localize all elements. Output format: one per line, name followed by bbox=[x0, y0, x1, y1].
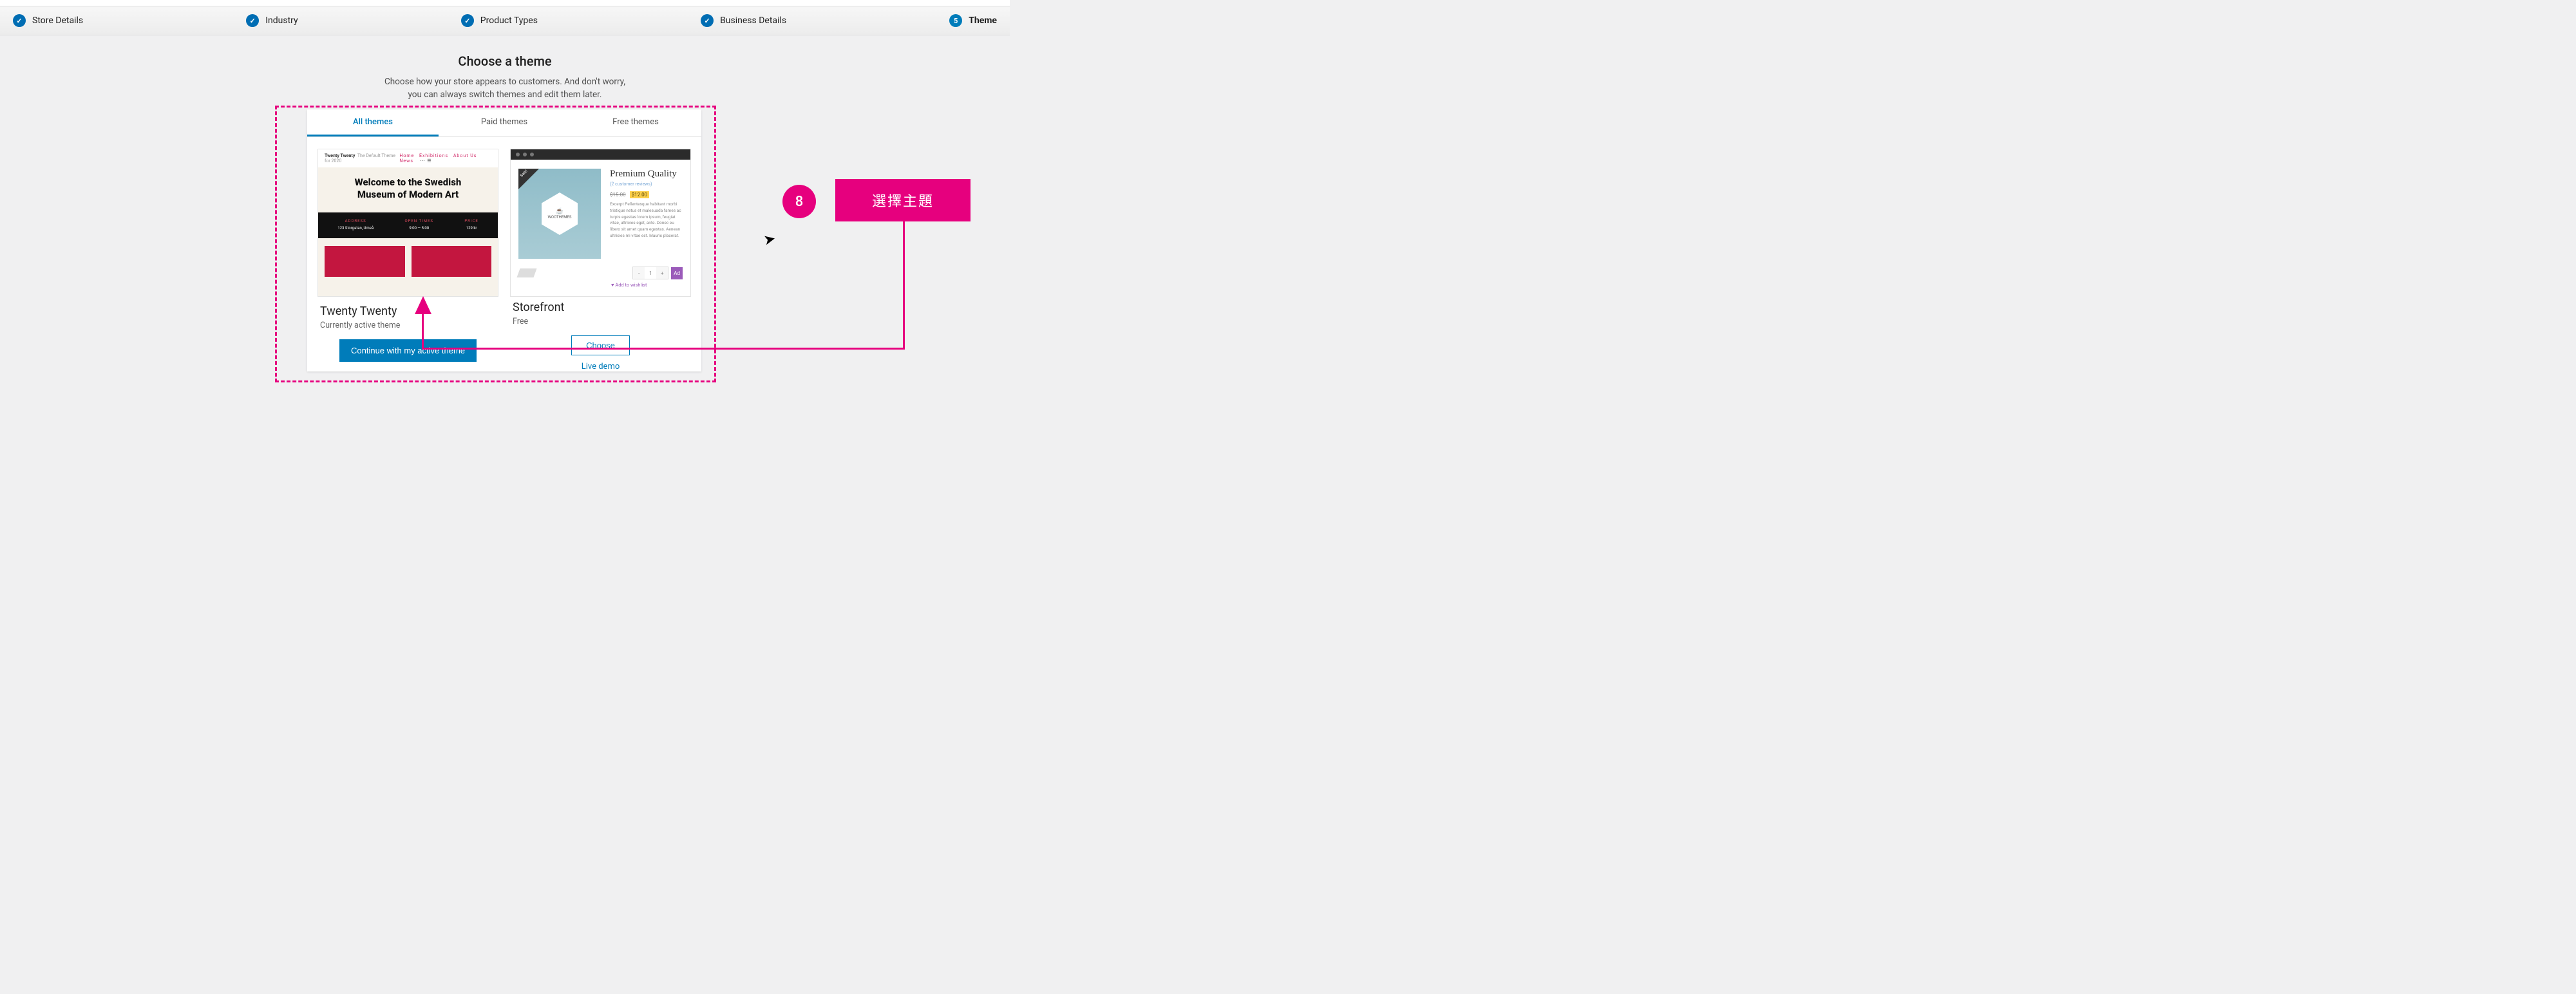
annotation-step-number: 8 bbox=[782, 185, 816, 218]
page-body: Choose a theme Choose how your store app… bbox=[0, 35, 1010, 102]
page-subtitle-2: you can always switch themes and edit th… bbox=[0, 88, 1010, 101]
theme-tabs: All themes Paid themes Free themes bbox=[307, 109, 701, 137]
page-subtitle-1: Choose how your store appears to custome… bbox=[0, 75, 1010, 88]
theme-thumbnail: Twenty Twenty The Default Theme for 2020… bbox=[317, 149, 498, 297]
tt-info-band: ADDRESS 123 Storgatan, Umeå OPEN TIMES 9… bbox=[318, 212, 498, 238]
sf-product-info: Premium Quality (2 customer reviews) $15… bbox=[610, 169, 683, 259]
step-product-types[interactable]: Product Types bbox=[461, 14, 538, 27]
tt-nav-item: News bbox=[399, 158, 413, 164]
step-business-details[interactable]: Business Details bbox=[701, 14, 786, 27]
browser-strip bbox=[0, 0, 1010, 6]
step-label: Business Details bbox=[720, 15, 786, 26]
check-icon bbox=[461, 14, 474, 27]
tt-col-label: PRICE bbox=[464, 219, 478, 223]
annotation-arrow-icon bbox=[415, 296, 431, 314]
sf-logo: ☕ WOOTHEMES bbox=[542, 192, 578, 235]
theme-price: Free bbox=[513, 317, 688, 326]
sf-thumb-icon bbox=[516, 268, 536, 277]
sf-price-old: $15.00 bbox=[610, 192, 626, 198]
tt-col-hours: OPEN TIMES 9:00 — 5:00 bbox=[405, 219, 433, 230]
qty-plus: + bbox=[656, 267, 668, 279]
sf-qty-stepper: - 1 + bbox=[632, 267, 668, 279]
step-label: Industry bbox=[265, 15, 298, 26]
tt-nav-item: Exhibitions bbox=[419, 153, 448, 158]
check-icon bbox=[246, 14, 259, 27]
tt-col-price: PRICE 129 kr bbox=[464, 219, 478, 230]
step-theme[interactable]: 5 Theme bbox=[949, 14, 997, 27]
step-label: Theme bbox=[969, 15, 997, 26]
tab-free-themes[interactable]: Free themes bbox=[570, 109, 701, 136]
window-dot-icon bbox=[530, 153, 534, 156]
tt-hero: Welcome to the Swedish Museum of Modern … bbox=[318, 167, 498, 212]
window-dot-icon bbox=[516, 153, 520, 156]
step-industry[interactable]: Industry bbox=[246, 14, 298, 27]
window-dot-icon bbox=[523, 153, 527, 156]
annotation-connector bbox=[422, 348, 905, 350]
tt-hero-line2: Museum of Modern Art bbox=[325, 189, 491, 201]
tt-block bbox=[412, 246, 492, 277]
theme-meta: Storefront Free Choose Live demo bbox=[510, 297, 691, 371]
theme-card-twenty-twenty[interactable]: Twenty Twenty The Default Theme for 2020… bbox=[317, 149, 498, 371]
theme-thumbnail: Sale! ☕ WOOTHEMES Premium Quality (2 cus… bbox=[510, 149, 691, 297]
tt-hero-line1: Welcome to the Swedish bbox=[325, 176, 491, 189]
annotation-connector bbox=[422, 314, 424, 350]
theme-name: Twenty Twenty bbox=[320, 305, 496, 318]
annotation-connector bbox=[903, 221, 905, 350]
tt-col-label: ADDRESS bbox=[337, 219, 374, 223]
sf-product-title: Premium Quality bbox=[610, 169, 683, 180]
theme-panel: All themes Paid themes Free themes Twent… bbox=[307, 109, 701, 371]
annotation-label: 選擇主題 bbox=[835, 179, 971, 221]
theme-cards: Twenty Twenty The Default Theme for 2020… bbox=[307, 137, 701, 371]
sf-description: Excerpt Pellentesque habitant morbi tris… bbox=[610, 202, 683, 239]
wizard-stepper: Store Details Industry Product Types Bus… bbox=[0, 6, 1010, 35]
tt-col-address: ADDRESS 123 Storgatan, Umeå bbox=[337, 219, 374, 230]
choose-theme-button[interactable]: Choose bbox=[571, 335, 630, 355]
step-label: Store Details bbox=[32, 15, 83, 26]
tt-image-blocks bbox=[318, 238, 498, 277]
theme-card-storefront[interactable]: Sale! ☕ WOOTHEMES Premium Quality (2 cus… bbox=[510, 149, 691, 371]
qty-minus: - bbox=[633, 267, 645, 279]
live-demo-link[interactable]: Live demo bbox=[513, 362, 688, 371]
tt-nav-item: About Us bbox=[453, 153, 477, 158]
sf-wishlist: Add to wishlist bbox=[511, 279, 690, 288]
sf-logo-text: WOOTHEMES bbox=[548, 215, 572, 220]
step-label: Product Types bbox=[480, 15, 538, 26]
tt-col-value: 129 kr bbox=[464, 226, 478, 230]
cursor-icon: ➤ bbox=[762, 230, 777, 248]
tt-nav-item: Home bbox=[399, 153, 414, 158]
sf-add-button: Ad bbox=[671, 267, 683, 279]
tab-all-themes[interactable]: All themes bbox=[307, 109, 439, 136]
tt-nav: Home Exhibitions About Us News ⋯ ☰ bbox=[396, 153, 491, 164]
sf-body: Sale! ☕ WOOTHEMES Premium Quality (2 cus… bbox=[511, 160, 690, 264]
theme-meta: Twenty Twenty Currently active theme Con… bbox=[317, 297, 498, 362]
sf-product-image: Sale! ☕ WOOTHEMES bbox=[518, 169, 601, 259]
tt-brand: Twenty Twenty bbox=[325, 153, 355, 158]
tab-paid-themes[interactable]: Paid themes bbox=[439, 109, 570, 136]
tt-block bbox=[325, 246, 405, 277]
check-icon bbox=[13, 14, 26, 27]
window-chrome bbox=[511, 149, 690, 160]
tt-col-label: OPEN TIMES bbox=[405, 219, 433, 223]
menu-icon: ⋯ ☰ bbox=[419, 158, 432, 164]
sf-row2: - 1 + Ad bbox=[511, 264, 690, 279]
step-store-details[interactable]: Store Details bbox=[13, 14, 83, 27]
continue-active-theme-button[interactable]: Continue with my active theme bbox=[339, 339, 477, 362]
page-title: Choose a theme bbox=[0, 53, 1010, 69]
theme-status: Currently active theme bbox=[320, 321, 496, 330]
sf-price: $15.00 $12.00 bbox=[610, 192, 683, 198]
sf-reviews: (2 customer reviews) bbox=[610, 182, 683, 187]
check-icon bbox=[701, 14, 714, 27]
sf-price-new: $12.00 bbox=[630, 191, 650, 198]
theme-name: Storefront bbox=[513, 301, 688, 314]
step-number-icon: 5 bbox=[949, 14, 962, 27]
tt-header: Twenty Twenty The Default Theme for 2020… bbox=[318, 149, 498, 167]
qty-value: 1 bbox=[645, 267, 656, 279]
tt-col-value: 123 Storgatan, Umeå bbox=[337, 226, 374, 230]
tt-col-value: 9:00 — 5:00 bbox=[405, 226, 433, 230]
